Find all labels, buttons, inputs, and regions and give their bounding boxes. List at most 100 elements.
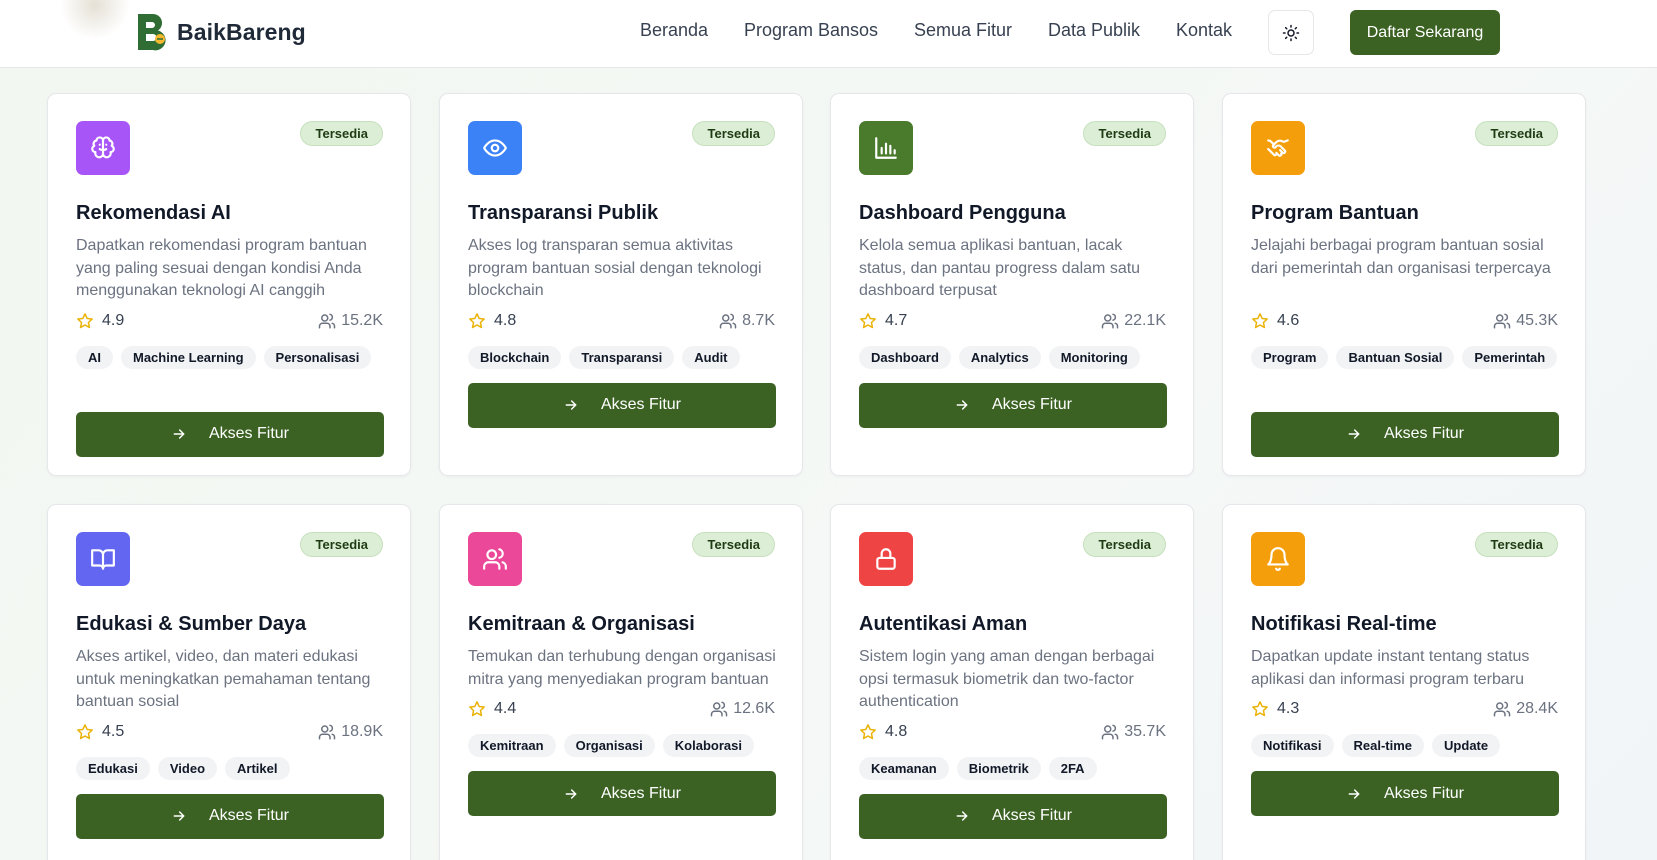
card-description: Sistem login yang aman dengan berbagai o… bbox=[859, 648, 1155, 710]
feature-card: Tersedia Edukasi & Sumber Daya Akses artik… bbox=[47, 504, 411, 860]
card-description: Akses artikel, video, dan materi edukasi… bbox=[76, 648, 371, 710]
tag: Bantuan Sosial bbox=[1336, 345, 1455, 369]
tag: Update bbox=[1432, 734, 1501, 757]
tag: AI bbox=[76, 345, 113, 369]
nav-link-beranda[interactable]: Beranda bbox=[640, 20, 708, 41]
nav-link-kontak[interactable]: Kontak bbox=[1176, 20, 1232, 41]
sun-icon bbox=[1282, 24, 1300, 41]
brand-logo-icon bbox=[138, 13, 166, 51]
feature-icon-tile bbox=[468, 532, 522, 586]
handshake-icon bbox=[1267, 139, 1289, 157]
arrow-right-icon bbox=[1348, 788, 1360, 799]
users-icon bbox=[1493, 313, 1511, 328]
nav-link-program-bansos[interactable]: Program Bansos bbox=[744, 20, 878, 41]
tag: Program bbox=[1251, 345, 1329, 369]
bar-chart-icon bbox=[875, 137, 897, 159]
tag: Keamanan bbox=[859, 756, 949, 780]
star-icon bbox=[469, 701, 485, 717]
access-feature-button[interactable]: Akses Fitur bbox=[468, 771, 776, 816]
arrow-right-icon bbox=[956, 400, 968, 410]
card-description: Dapatkan update instant tentang status a… bbox=[1251, 648, 1530, 688]
access-feature-button[interactable]: Akses Fitur bbox=[1251, 771, 1559, 816]
tag: Video bbox=[157, 756, 218, 780]
users-icon bbox=[1101, 724, 1119, 739]
tag: Machine Learning bbox=[121, 345, 256, 369]
star-icon bbox=[1252, 312, 1268, 328]
rating: 4.8 bbox=[468, 312, 516, 330]
access-feature-button[interactable]: Akses Fitur bbox=[859, 382, 1167, 428]
card-title: Dashboard Pengguna bbox=[859, 202, 1066, 224]
user-count: 18.9K bbox=[318, 723, 383, 741]
rating-value: 4.4 bbox=[494, 700, 517, 717]
feature-card: Tersedia Rekomendasi AI Dapatkan rekomenda… bbox=[47, 93, 411, 476]
nav-link-semua-fitur[interactable]: Semua Fitur bbox=[914, 20, 1012, 41]
tag: 2FA bbox=[1048, 756, 1097, 780]
card-title: Rekomendasi AI bbox=[76, 202, 231, 224]
access-feature-button[interactable]: Akses Fitur bbox=[76, 793, 384, 839]
feature-card: Tersedia Autentikasi Aman Sistem login yan… bbox=[830, 504, 1194, 860]
tag-list: Blockchain Transparansi Audit bbox=[468, 345, 778, 369]
access-feature-button[interactable]: Akses Fitur bbox=[859, 793, 1167, 839]
access-feature-label: Akses Fitur bbox=[1383, 784, 1464, 802]
rating-value: 4.9 bbox=[102, 311, 125, 329]
arrow-right-icon bbox=[173, 429, 185, 439]
users-icon bbox=[1101, 313, 1119, 328]
feature-icon-tile bbox=[76, 121, 130, 175]
feature-icon-tile bbox=[76, 532, 130, 586]
rating-value: 4.7 bbox=[885, 311, 908, 329]
users-icon bbox=[1493, 701, 1511, 717]
register-button[interactable]: Daftar Sekarang bbox=[1350, 10, 1500, 55]
tag-list: Dashboard Analytics Monitoring bbox=[859, 345, 1169, 369]
user-count-value: 18.9K bbox=[341, 722, 383, 740]
feature-icon-tile bbox=[1251, 532, 1305, 586]
user-count: 28.4K bbox=[1493, 700, 1558, 718]
user-count: 35.7K bbox=[1101, 723, 1166, 741]
user-count-value: 8.7K bbox=[742, 311, 775, 329]
card-description: Jelajahi berbagai program bantuan sosial… bbox=[1251, 237, 1551, 277]
tag: Monitoring bbox=[1048, 345, 1140, 369]
star-icon bbox=[77, 723, 93, 739]
card-description: Dapatkan rekomendasi program bantuan yan… bbox=[76, 237, 367, 299]
access-feature-button[interactable]: Akses Fitur bbox=[76, 411, 384, 457]
card-description: Kelola semua aplikasi bantuan, lacak sta… bbox=[859, 237, 1141, 299]
tag: Kolaborasi bbox=[662, 734, 754, 757]
access-feature-label: Akses Fitur bbox=[1383, 425, 1464, 442]
card-stats: 4.8 35.7K bbox=[859, 721, 1166, 743]
rating-value: 4.6 bbox=[1277, 311, 1300, 329]
card-stats: 4.5 18.9K bbox=[76, 721, 383, 743]
rating: 4.6 bbox=[1251, 312, 1299, 330]
tag: Transparansi bbox=[569, 345, 675, 369]
tag: Edukasi bbox=[76, 756, 150, 780]
star-icon bbox=[860, 312, 876, 328]
feature-icon-tile bbox=[859, 121, 913, 175]
arrow-right-icon bbox=[173, 811, 185, 821]
user-count: 15.2K bbox=[318, 312, 383, 330]
card-stats: 4.8 8.7K bbox=[468, 310, 775, 332]
decorative-blur bbox=[60, 0, 130, 40]
user-count: 12.6K bbox=[710, 700, 775, 718]
brand-logo-link[interactable]: BaikBareng bbox=[135, 12, 306, 52]
users-icon bbox=[318, 724, 336, 739]
rating-value: 4.3 bbox=[1277, 700, 1300, 717]
feature-icon-tile bbox=[859, 532, 913, 586]
star-icon bbox=[469, 312, 485, 328]
access-feature-button[interactable]: Akses Fitur bbox=[1251, 411, 1559, 457]
star-icon bbox=[1252, 701, 1268, 717]
access-feature-label: Akses Fitur bbox=[208, 807, 289, 824]
access-feature-button[interactable]: Akses Fitur bbox=[468, 382, 776, 428]
status-badge: Tersedia bbox=[692, 121, 775, 146]
card-stats: 4.9 15.2K bbox=[76, 310, 383, 332]
star-icon bbox=[77, 312, 93, 328]
card-title: Edukasi & Sumber Daya bbox=[76, 613, 307, 635]
card-description: Temukan dan terhubung dengan organisasi … bbox=[468, 648, 776, 688]
rating: 4.9 bbox=[76, 312, 124, 330]
user-count-value: 22.1K bbox=[1124, 311, 1166, 329]
tag: Audit bbox=[682, 345, 740, 369]
lock-icon bbox=[876, 548, 896, 570]
feature-icon-tile bbox=[468, 121, 522, 175]
users-icon bbox=[483, 548, 507, 570]
tag-list: Keamanan Biometrik 2FA bbox=[859, 756, 1169, 780]
theme-toggle-button[interactable] bbox=[1268, 10, 1314, 55]
status-badge: Tersedia bbox=[692, 532, 775, 557]
nav-link-data-publik[interactable]: Data Publik bbox=[1048, 20, 1140, 41]
